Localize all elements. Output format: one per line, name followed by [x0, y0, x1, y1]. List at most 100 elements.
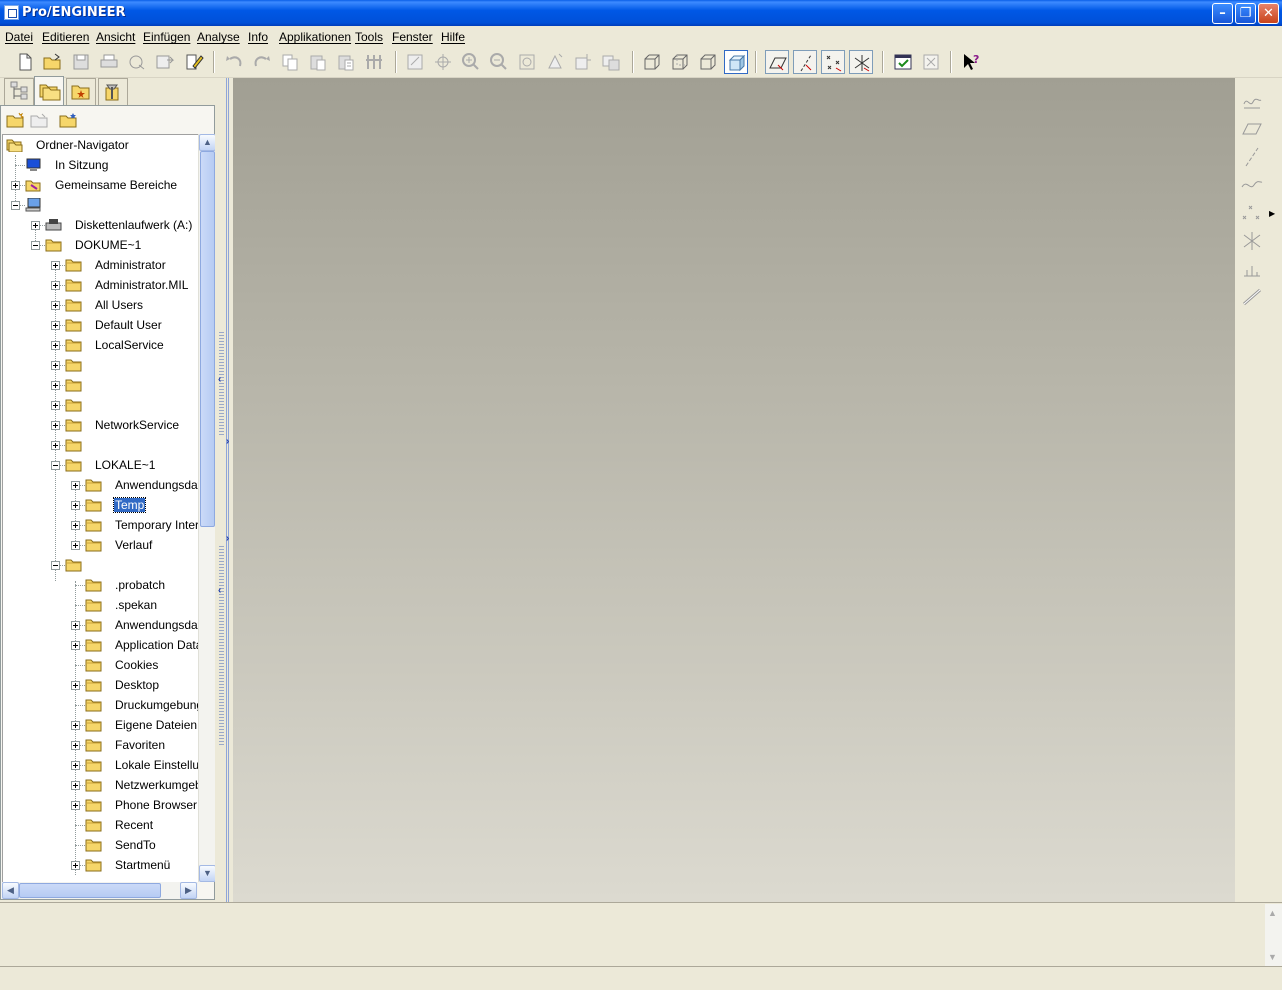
edit-document-icon[interactable]	[181, 50, 205, 74]
expand-icon[interactable]	[71, 861, 80, 870]
datum-points-icon[interactable]	[821, 50, 845, 74]
toolbar-overflow-icon[interactable]: ▶	[1269, 209, 1275, 218]
menu-datei[interactable]: Datei	[5, 30, 33, 44]
tree-vertical-scrollbar[interactable]: ▲ ▼	[198, 134, 216, 882]
expand-icon[interactable]	[71, 721, 80, 730]
redo-icon[interactable]	[250, 50, 274, 74]
collapse-icon[interactable]	[11, 201, 20, 210]
expand-icon[interactable]	[51, 301, 60, 310]
close-button[interactable]: ✕	[1258, 3, 1279, 24]
tree-item[interactable]: Netzwerkumgebu	[3, 775, 198, 795]
datum-point-tool-icon[interactable]	[1239, 200, 1265, 226]
expand-icon[interactable]	[31, 221, 40, 230]
layers-icon[interactable]	[599, 50, 623, 74]
tree-item[interactable]: Desktop	[3, 675, 198, 695]
copy-icon[interactable]	[278, 50, 302, 74]
tree-item[interactable]: Lokale Einstellung	[3, 755, 198, 775]
tree-item[interactable]	[3, 195, 198, 215]
tree-item[interactable]: In Sitzung	[3, 155, 198, 175]
datum-axis-tool-icon[interactable]	[1239, 144, 1265, 170]
graphics-window[interactable]	[233, 78, 1235, 902]
tree-item[interactable]	[3, 375, 198, 395]
tree-item[interactable]: Default User	[3, 315, 198, 335]
new-file-icon[interactable]	[13, 50, 37, 74]
expand-icon[interactable]	[51, 261, 60, 270]
message-scrollbar[interactable]: ▲ ▼	[1265, 904, 1282, 966]
expand-icon[interactable]	[11, 181, 20, 190]
no-hidden-icon[interactable]	[696, 50, 720, 74]
reorient-icon[interactable]	[543, 50, 567, 74]
expand-icon[interactable]	[51, 281, 60, 290]
tree-item[interactable]	[3, 435, 198, 455]
tree-item[interactable]: LocalService	[3, 335, 198, 355]
navigator-splitter[interactable]: ‹ › › ‹	[215, 78, 233, 902]
scroll-down-icon[interactable]: ▼	[199, 865, 216, 882]
expand-icon[interactable]	[51, 321, 60, 330]
tree-item[interactable]: NetworkService	[3, 415, 198, 435]
expand-icon[interactable]	[71, 541, 80, 550]
new-folder-icon[interactable]	[5, 111, 25, 129]
tab-folder-browser[interactable]	[34, 76, 64, 106]
menu-analyse[interactable]: Analyse	[197, 30, 240, 44]
tree-item[interactable]	[3, 355, 198, 375]
collapse-icon[interactable]	[31, 241, 40, 250]
menu-ansicht[interactable]: Ansicht	[96, 30, 135, 44]
expand-icon[interactable]	[71, 481, 80, 490]
app-icon[interactable]	[4, 5, 19, 20]
expand-icon[interactable]	[51, 381, 60, 390]
expand-icon[interactable]	[71, 681, 80, 690]
repaint-icon[interactable]	[403, 50, 427, 74]
menu-tools[interactable]: Tools	[355, 30, 383, 44]
collapse-left-icon-2[interactable]: ‹	[218, 585, 221, 596]
tree-item[interactable]: Gemeinsame Bereiche	[3, 175, 198, 195]
paste-icon[interactable]	[306, 50, 330, 74]
tree-item[interactable]: Phone Browser	[3, 795, 198, 815]
tree-item[interactable]: Administrator.MIL	[3, 275, 198, 295]
close-window-icon[interactable]	[919, 50, 943, 74]
send-mail-icon[interactable]	[125, 50, 149, 74]
coordinate-systems-icon[interactable]	[849, 50, 873, 74]
collapse-left-icon[interactable]: ‹	[218, 374, 221, 385]
paste-special-icon[interactable]	[334, 50, 358, 74]
shading-icon[interactable]	[724, 50, 748, 74]
scroll-right-icon[interactable]: ▶	[180, 882, 197, 899]
expand-icon[interactable]	[71, 521, 80, 530]
tab-connections[interactable]	[98, 78, 128, 106]
minimize-button[interactable]: –	[1212, 3, 1233, 24]
scroll-left-icon[interactable]: ◀	[2, 882, 19, 899]
saved-views-icon[interactable]	[571, 50, 595, 74]
sketch-tool-icon[interactable]	[1239, 88, 1265, 114]
undo-icon[interactable]	[222, 50, 246, 74]
tree-item[interactable]: Anwendungsdate	[3, 615, 198, 635]
hscroll-thumb[interactable]	[19, 883, 161, 898]
wireframe-icon[interactable]	[640, 50, 664, 74]
tree-item[interactable]: Diskettenlaufwerk (A:)	[3, 215, 198, 235]
expand-icon[interactable]	[51, 421, 60, 430]
message-scroll-up-icon[interactable]: ▲	[1268, 908, 1277, 918]
datum-axes-icon[interactable]	[793, 50, 817, 74]
save-icon[interactable]	[69, 50, 93, 74]
regenerate-icon[interactable]	[362, 50, 386, 74]
expand-icon[interactable]	[71, 741, 80, 750]
coordinate-system-tool-icon[interactable]	[1239, 228, 1265, 254]
tree-item[interactable]: Verlauf	[3, 535, 198, 555]
menu-fenster[interactable]: Fenster	[392, 30, 433, 44]
expand-icon[interactable]	[51, 401, 60, 410]
tree-horizontal-scrollbar[interactable]: ◀ ▶	[2, 882, 198, 899]
send-link-icon[interactable]	[153, 50, 177, 74]
add-favorite-icon[interactable]	[58, 111, 78, 129]
expand-right-icon-2[interactable]: ›	[226, 533, 229, 544]
zoom-out-icon[interactable]	[487, 50, 511, 74]
expand-icon[interactable]	[71, 621, 80, 630]
tree-item[interactable]: Temp	[3, 495, 198, 515]
expand-icon[interactable]	[71, 781, 80, 790]
tree-item[interactable]: SendTo	[3, 835, 198, 855]
tree-item[interactable]: Startmenü	[3, 855, 198, 875]
expand-icon[interactable]	[71, 501, 80, 510]
tree-item[interactable]: Administrator	[3, 255, 198, 275]
tree-item[interactable]: Anwendungsdate	[3, 475, 198, 495]
tree-item[interactable]: Application Data	[3, 635, 198, 655]
menu-hilfe[interactable]: Hilfe	[441, 30, 465, 44]
spin-center-icon[interactable]	[431, 50, 455, 74]
tab-model-tree[interactable]	[4, 78, 34, 106]
